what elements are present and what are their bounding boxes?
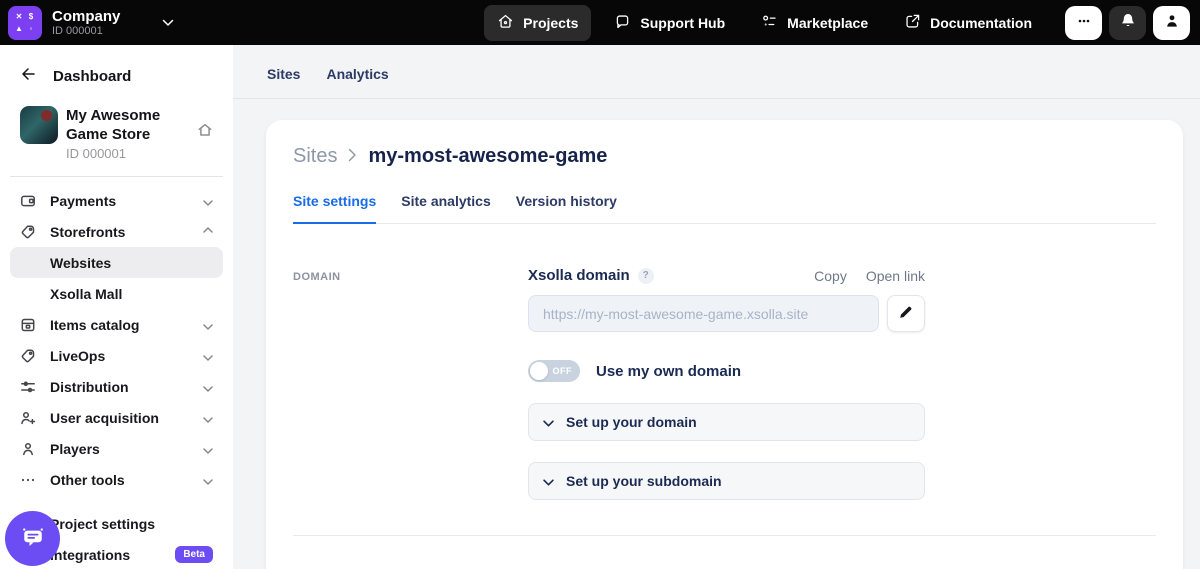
section-divider xyxy=(293,535,1156,536)
domain-input[interactable] xyxy=(528,295,879,332)
breadcrumb-sites-link[interactable]: Sites xyxy=(293,145,337,168)
bell-icon xyxy=(1119,12,1137,33)
copy-link[interactable]: Copy xyxy=(814,268,847,284)
chevron-down-icon xyxy=(203,472,213,488)
topnav-projects[interactable]: Projects xyxy=(484,5,591,41)
main-area: Sites Analytics Sites my-most-awesome-ga… xyxy=(233,45,1200,569)
help-icon[interactable]: ? xyxy=(638,268,654,284)
home-icon xyxy=(497,13,514,33)
back-arrow-icon xyxy=(20,66,36,86)
box-icon xyxy=(20,317,36,333)
chevron-down-icon[interactable] xyxy=(162,14,174,32)
chevron-up-icon xyxy=(203,224,213,240)
app-shell: Dashboard My Awesome Game Store ID 00000… xyxy=(0,45,1200,569)
sidebar-item-storefronts[interactable]: Storefronts xyxy=(10,216,223,247)
edit-domain-button[interactable] xyxy=(887,295,925,332)
user-plus-icon xyxy=(20,410,36,426)
xsolla-logo-icon[interactable]: ✕ $ ▲ ◦ xyxy=(8,6,42,40)
tab-site-settings[interactable]: Site settings xyxy=(293,193,376,224)
tab-version-history[interactable]: Version history xyxy=(516,193,617,224)
project-avatar xyxy=(20,106,58,144)
chat-widget-icon xyxy=(19,523,47,554)
sidebar-item-payments[interactable]: Payments xyxy=(10,185,223,216)
setup-subdomain-accordion[interactable]: Set up your subdomain xyxy=(528,462,925,500)
project-card[interactable]: My Awesome Game Store ID 000001 xyxy=(0,86,233,161)
setup-domain-accordion[interactable]: Set up your domain xyxy=(528,403,925,441)
topnav-marketplace[interactable]: Marketplace xyxy=(748,5,881,41)
topnav-documentation[interactable]: Documentation xyxy=(891,5,1045,41)
account-button[interactable] xyxy=(1153,6,1190,40)
own-domain-toggle-row: OFF Use my own domain xyxy=(528,360,925,382)
chat-icon xyxy=(614,13,631,33)
domain-field-header: Xsolla domain ? Copy Open link xyxy=(528,267,925,284)
toggle-knob xyxy=(530,362,548,380)
pencil-icon xyxy=(898,304,914,323)
external-link-icon xyxy=(904,13,921,33)
sidebar-item-xsolla-mall[interactable]: Xsolla Mall xyxy=(10,278,223,309)
chevron-down-icon xyxy=(203,379,213,395)
chevron-down-icon xyxy=(543,414,554,430)
tag-icon xyxy=(20,348,36,364)
sliders-icon xyxy=(20,379,36,395)
wallet-icon xyxy=(20,193,36,209)
company-switcher[interactable]: Company ID 000001 xyxy=(52,8,120,38)
chevron-down-icon xyxy=(203,441,213,457)
card-tabs: Site settings Site analytics Version his… xyxy=(293,193,1156,224)
marketplace-icon xyxy=(761,13,778,33)
support-chat-button[interactable] xyxy=(5,511,60,566)
domain-input-row xyxy=(528,295,925,332)
logo-glyph: $ xyxy=(29,13,33,21)
topbar: ✕ $ ▲ ◦ Company ID 000001 Projects Suppo… xyxy=(0,0,1200,45)
tab-sites[interactable]: Sites xyxy=(267,66,300,82)
own-domain-toggle[interactable]: OFF xyxy=(528,360,580,382)
open-link[interactable]: Open link xyxy=(866,268,925,284)
top-tab-strip: Sites Analytics xyxy=(233,45,1200,99)
sidebar-item-websites[interactable]: Websites xyxy=(10,247,223,278)
domain-section: DOMAIN Xsolla domain ? Copy Open link xyxy=(293,267,1156,500)
sidebar: Dashboard My Awesome Game Store ID 00000… xyxy=(0,45,233,569)
dots-icon xyxy=(20,472,36,488)
chevron-down-icon xyxy=(543,473,554,489)
sidebar-item-players[interactable]: Players xyxy=(10,433,223,464)
chevron-down-icon xyxy=(203,410,213,426)
logo-glyph: ◦ xyxy=(30,25,33,33)
page-title: my-most-awesome-game xyxy=(368,145,607,168)
topnav-support-hub[interactable]: Support Hub xyxy=(601,5,738,41)
sidebar-item-other-tools[interactable]: Other tools xyxy=(10,464,223,495)
company-name: Company xyxy=(52,8,120,25)
beta-badge: Beta xyxy=(175,546,213,563)
chevron-right-icon xyxy=(348,145,357,168)
logo-glyph: ✕ xyxy=(16,13,23,21)
section-label: DOMAIN xyxy=(293,267,528,283)
back-to-dashboard[interactable]: Dashboard xyxy=(0,45,233,86)
topbar-actions xyxy=(1065,6,1190,40)
chevron-down-icon xyxy=(203,193,213,209)
tag-icon xyxy=(20,224,36,240)
tab-site-analytics[interactable]: Site analytics xyxy=(401,193,491,224)
chevron-down-icon xyxy=(203,317,213,333)
sidebar-item-user-acquisition[interactable]: User acquisition xyxy=(10,402,223,433)
sidebar-item-distribution[interactable]: Distribution xyxy=(10,371,223,402)
top-navigation: Projects Support Hub Marketplace Documen… xyxy=(484,5,1045,41)
sidebar-item-liveops[interactable]: LiveOps xyxy=(10,340,223,371)
notifications-button[interactable] xyxy=(1109,6,1146,40)
toggle-state: OFF xyxy=(553,366,573,376)
site-settings-card: Sites my-most-awesome-game Site settings… xyxy=(266,120,1183,569)
field-label: Xsolla domain xyxy=(528,267,630,284)
chevron-down-icon xyxy=(203,348,213,364)
sidebar-item-items-catalog[interactable]: Items catalog xyxy=(10,309,223,340)
more-icon xyxy=(1076,13,1092,32)
breadcrumb: Sites my-most-awesome-game xyxy=(293,145,1156,168)
tab-analytics[interactable]: Analytics xyxy=(326,66,388,82)
user-icon xyxy=(20,441,36,457)
company-id: ID 000001 xyxy=(52,25,120,38)
menu-spacer xyxy=(10,495,223,508)
toggle-label: Use my own domain xyxy=(596,363,741,380)
project-id: ID 000001 xyxy=(66,146,194,161)
logo-glyph: ▲ xyxy=(15,25,23,33)
project-name: My Awesome Game Store xyxy=(66,106,194,144)
more-button[interactable] xyxy=(1065,6,1102,40)
account-icon xyxy=(1163,12,1181,33)
project-home-icon[interactable] xyxy=(197,122,213,143)
